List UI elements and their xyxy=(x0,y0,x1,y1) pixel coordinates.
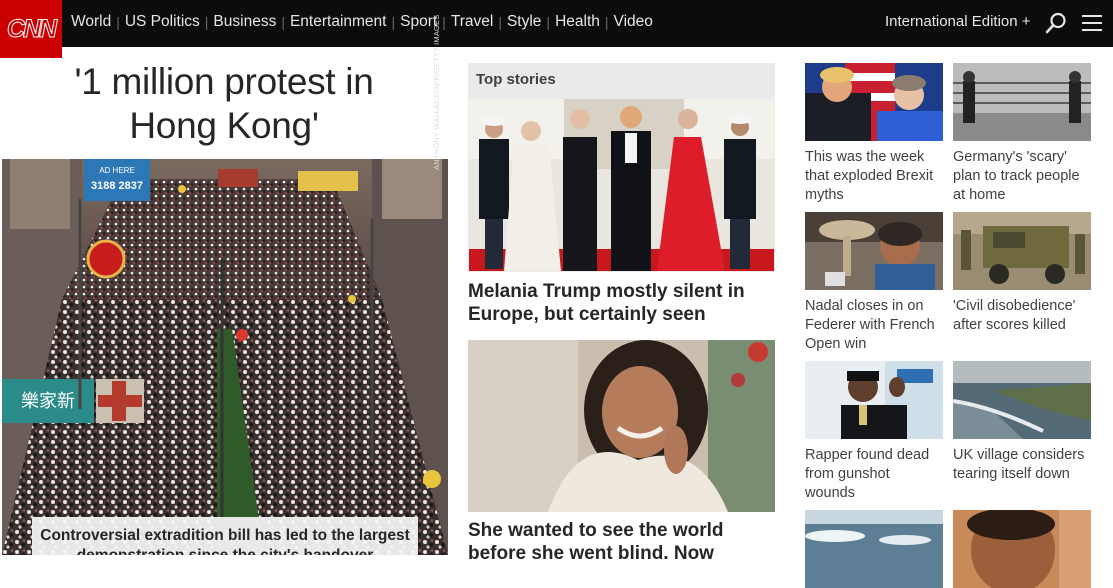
military-truck-illustration xyxy=(953,212,1091,290)
card-germany[interactable]: Germany's 'scary' plan to track people a… xyxy=(953,63,1091,205)
card-brexit-photo[interactable] xyxy=(805,63,943,141)
card-nadal-photo[interactable] xyxy=(805,212,943,290)
edition-selector[interactable]: International Edition + xyxy=(885,13,1031,30)
card-ice-photo[interactable] xyxy=(805,510,943,588)
nadal-trophy-illustration xyxy=(805,212,943,290)
ice-sea-illustration xyxy=(805,510,943,588)
state-visit-illustration xyxy=(469,99,774,271)
top-stories-label: Top stories xyxy=(476,71,556,88)
billboard-text: AD HERE xyxy=(99,166,135,175)
card-boy-photo[interactable] xyxy=(953,510,1091,588)
rapper-illustration xyxy=(805,361,943,439)
card-nadal[interactable]: Nadal closes in on Federer with French O… xyxy=(805,212,943,354)
card-germany-title[interactable]: Germany's 'scary' plan to track people a… xyxy=(953,148,1091,205)
nav-link-travel[interactable]: Travel xyxy=(451,13,494,31)
billboard-phone: 3188 2837 xyxy=(91,180,143,192)
card-civil[interactable]: 'Civil disobedience' after scores killed xyxy=(953,212,1091,335)
card-rapper-photo[interactable] xyxy=(805,361,943,439)
lead-headline-line2[interactable]: Hong Kong' xyxy=(0,104,448,148)
card-rapper-title[interactable]: Rapper found dead from gunshot wounds xyxy=(805,446,943,503)
crowd-street-illustration: AD HERE 3188 2837 樂家新 xyxy=(2,159,448,555)
lead-headline[interactable]: '1 million protest in Hong Kong' xyxy=(0,60,448,148)
shop-sign-text: 樂家新 xyxy=(21,391,75,412)
card-civil-title[interactable]: 'Civil disobedience' after scores killed xyxy=(953,297,1091,335)
card-rapper[interactable]: Rapper found dead from gunshot wounds xyxy=(805,361,943,503)
cnn-logo[interactable]: CNN xyxy=(0,0,62,58)
story1-photo[interactable] xyxy=(469,99,774,271)
story2-photo[interactable] xyxy=(468,340,775,512)
story1-title[interactable]: Melania Trump mostly silent in Europe, b… xyxy=(468,280,775,326)
story2-title[interactable]: She wanted to see the world before she w… xyxy=(468,519,775,565)
lead-headline-line1[interactable]: '1 million protest in xyxy=(0,60,448,104)
card-civil-photo[interactable] xyxy=(953,212,1091,290)
photo-credit: ANTHONY WALLACE/AFP/GETTY IMAGES xyxy=(432,14,441,170)
card-partial-boy[interactable] xyxy=(953,510,1091,588)
trump-may-illustration xyxy=(805,63,943,141)
woman-portrait-illustration xyxy=(468,340,775,512)
lead-photo[interactable]: AD HERE 3188 2837 樂家新 xyxy=(2,159,448,555)
boy-portrait-illustration xyxy=(953,510,1091,588)
card-uk-village-title[interactable]: UK village considers tearing itself down xyxy=(953,446,1091,484)
card-nadal-title[interactable]: Nadal closes in on Federer with French O… xyxy=(805,297,943,354)
nav-link-us-politics[interactable]: US Politics xyxy=(125,13,200,31)
coastline-aerial-illustration xyxy=(953,361,1091,439)
card-uk-village[interactable]: UK village considers tearing itself down xyxy=(953,361,1091,484)
nav-link-business[interactable]: Business xyxy=(213,13,276,31)
top-nav: CNN World | US Politics | Business | Entert… xyxy=(0,0,1113,58)
card-uk-village-photo[interactable] xyxy=(953,361,1091,439)
nav-link-entertainment[interactable]: Entertainment xyxy=(290,13,387,31)
card-brexit-title[interactable]: This was the week that exploded Brexit m… xyxy=(805,148,943,205)
nav-links: World | US Politics | Business | Entertainm… xyxy=(71,13,653,31)
menu-icon[interactable] xyxy=(1082,15,1102,31)
nav-link-video[interactable]: Video xyxy=(614,13,653,31)
card-partial-ice[interactable] xyxy=(805,510,943,588)
nav-link-world[interactable]: World xyxy=(71,13,111,31)
nav-link-style[interactable]: Style xyxy=(507,13,541,31)
card-germany-photo[interactable] xyxy=(953,63,1091,141)
search-icon[interactable] xyxy=(1045,12,1067,34)
nav-link-health[interactable]: Health xyxy=(555,13,600,31)
border-fence-illustration xyxy=(953,63,1091,141)
lead-caption[interactable]: Controversial extradition bill has led t… xyxy=(32,517,418,555)
card-brexit[interactable]: This was the week that exploded Brexit m… xyxy=(805,63,943,205)
